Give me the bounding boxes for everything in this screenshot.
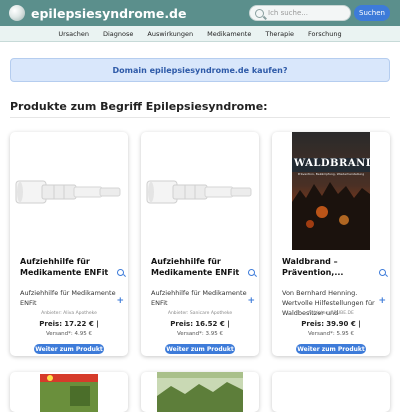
site-logo[interactable]: epilepsiesyndrome.de [9, 5, 187, 21]
logo-icon [9, 5, 25, 21]
nav-item-medikamente[interactable]: Medikamente [200, 30, 258, 38]
product-seller: Anbieter: Aliva Apotheke [41, 311, 97, 316]
nav-item-therapie[interactable]: Therapie [258, 30, 301, 38]
product-button[interactable]: Weiter zum Produkt [296, 344, 366, 354]
product-image[interactable]: WALDBRAND Prävention, Bekämpfung, Wieder… [272, 132, 390, 250]
cover-title: WALDBRAND [294, 158, 375, 169]
plus-icon[interactable]: + [116, 296, 124, 306]
cover-subtitle: Prävention, Bekämpfung, Wiederherstellun… [297, 172, 365, 176]
product-image[interactable] [141, 372, 259, 412]
nav-item-ursachen[interactable]: Ursachen [51, 30, 96, 38]
search-icon[interactable] [379, 269, 386, 276]
product-seller: Anbieter: Sanicare Apotheke [167, 311, 233, 316]
product-seller: Anbieter: GRUBE.DE [308, 311, 354, 316]
divider [10, 117, 390, 118]
price-label: Preis: [301, 320, 324, 328]
search-icon [255, 8, 264, 18]
search-input[interactable] [268, 9, 348, 17]
product-button[interactable]: Weiter zum Produkt [165, 344, 235, 354]
domain-sale-banner[interactable]: Domain epilepsiesyndrome.de kaufen? [10, 58, 390, 82]
nav-item-forschung[interactable]: Forschung [301, 30, 349, 38]
product-title[interactable]: Aufziehhilfe für Medikamente ENFit [151, 256, 251, 278]
search-icon[interactable] [117, 269, 124, 276]
site-name[interactable]: epilepsiesyndrome.de [31, 6, 187, 21]
search-icon[interactable] [248, 269, 255, 276]
product-shipping: Versand*: 4.95 € [45, 331, 93, 337]
main-nav: Ursachen Diagnose Auswirkungen Medikamen… [0, 26, 400, 42]
product-button[interactable]: Weiter zum Produkt [34, 344, 104, 354]
product-image[interactable] [141, 132, 259, 250]
plus-icon[interactable]: + [247, 296, 255, 306]
price-label: Preis: [39, 320, 62, 328]
price-value: 16.52 € | [195, 320, 230, 328]
plus-icon[interactable]: + [378, 296, 386, 306]
product-description: Aufziehhilfe für Medikamente ENFit [151, 289, 247, 307]
search-button[interactable]: Suchen [354, 5, 390, 21]
product-price: Preis: 16.52 € | [141, 320, 259, 328]
product-shipping: Versand*: 5.95 € [307, 331, 355, 337]
product-card[interactable]: Aufziehhilfe für Medikamente ENFit Aufzi… [141, 132, 259, 356]
product-card[interactable] [10, 372, 128, 412]
product-card[interactable]: Aufziehhilfe für Medikamente ENFit Aufzi… [10, 132, 128, 356]
product-price: Preis: 39.90 € | [272, 320, 390, 328]
price-label: Preis: [170, 320, 193, 328]
product-description: Aufziehhilfe für Medikamente ENFit [20, 289, 116, 307]
product-card[interactable] [141, 372, 259, 412]
product-image[interactable] [10, 132, 128, 250]
price-value: 17.22 € | [64, 320, 99, 328]
product-title[interactable]: Aufziehhilfe für Medikamente ENFit [20, 256, 120, 278]
product-title[interactable]: Waldbrand – Prävention,... [282, 256, 382, 278]
top-bar: epilepsiesyndrome.de Suchen [0, 0, 400, 26]
section-title: Produkte zum Begriff Epilepsiesyndrome: [10, 100, 268, 113]
product-price: Preis: 17.22 € | [10, 320, 128, 328]
nav-item-auswirkungen[interactable]: Auswirkungen [140, 30, 200, 38]
product-shipping: Versand*: 3.95 € [176, 331, 224, 337]
product-card[interactable]: WALDBRAND Prävention, Bekämpfung, Wieder… [272, 132, 390, 356]
search-field[interactable] [249, 5, 351, 21]
product-card[interactable] [272, 372, 390, 412]
price-value: 39.90 € | [326, 320, 361, 328]
product-image[interactable] [10, 372, 128, 412]
nav-item-diagnose[interactable]: Diagnose [96, 30, 140, 38]
